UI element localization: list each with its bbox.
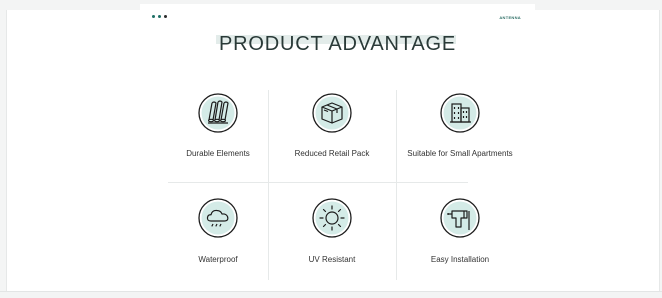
frame-bottom bbox=[0, 291, 662, 298]
advantage-label: UV Resistant bbox=[308, 255, 356, 264]
decorative-dots bbox=[152, 15, 167, 18]
left-margin-panel bbox=[6, 10, 141, 292]
advantage-label: Suitable for Small Apartments bbox=[407, 149, 513, 158]
advantage-small-apartments: Suitable for Small Apartments bbox=[396, 90, 524, 185]
rolled-tubes-icon bbox=[198, 93, 238, 133]
apartment-building-icon bbox=[440, 93, 480, 133]
advantages-grid: Durable Elements Reduced Retail Pack Sui… bbox=[168, 90, 522, 280]
advantage-uv-resistant: UV Resistant bbox=[268, 175, 396, 270]
right-margin-panel bbox=[533, 10, 660, 292]
rain-cloud-icon bbox=[198, 198, 238, 238]
product-advantage-page: ANTENNA PRODUCT ADVANTAGE Durable Elemen… bbox=[140, 4, 535, 296]
brand-label: ANTENNA bbox=[499, 15, 521, 20]
advantage-durable-elements: Durable Elements bbox=[154, 90, 282, 185]
advantage-easy-installation: Easy Installation bbox=[396, 175, 524, 270]
advantage-label: Reduced Retail Pack bbox=[294, 149, 370, 158]
page-title: PRODUCT ADVANTAGE bbox=[219, 33, 456, 56]
advantage-label: Easy Installation bbox=[430, 255, 490, 264]
advantage-reduced-retail-pack: Reduced Retail Pack bbox=[268, 90, 396, 185]
sun-icon bbox=[312, 198, 352, 238]
package-box-icon bbox=[312, 93, 352, 133]
power-drill-icon bbox=[440, 198, 480, 238]
dot bbox=[158, 15, 161, 18]
dot bbox=[164, 15, 167, 18]
dot bbox=[152, 15, 155, 18]
